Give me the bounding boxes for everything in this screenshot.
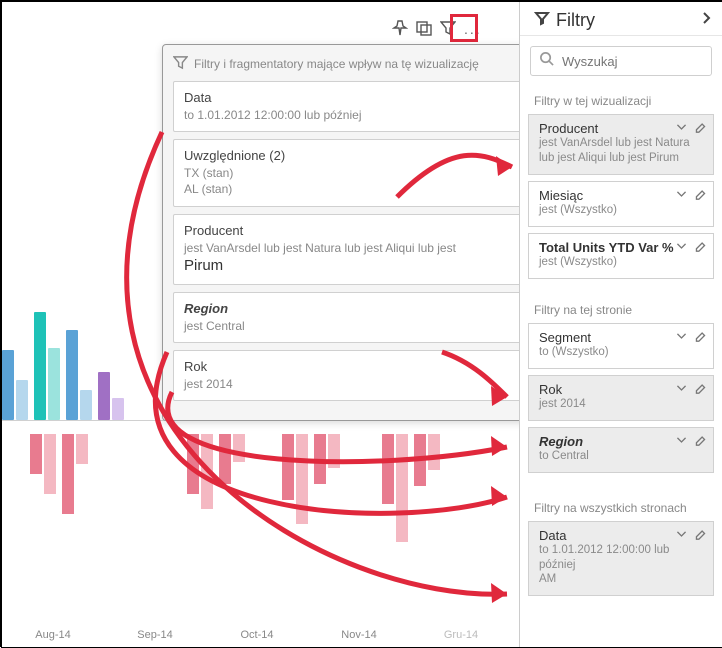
filter-card-data[interactable]: Data to 1.01.2012 12:00:00 lub później A… [528,521,714,597]
chart-bar-neg [76,434,88,464]
card-sub: jest (Wszystko) [539,255,705,270]
eraser-icon[interactable] [694,381,707,399]
tooltip-item-title: Uwzględnione (2) [184,148,512,163]
chart-bar [98,372,110,420]
chart-bar-neg [396,434,408,542]
tooltip-item-title: Producent [184,223,512,238]
tooltip-item-sub: AL (stan) [184,181,512,197]
filter-card-segment[interactable]: Segment to (Wszystko) [528,323,714,369]
eraser-icon[interactable] [694,433,707,451]
chart-bar [80,390,92,420]
chevron-down-icon[interactable] [675,187,688,205]
chart-bar-neg [219,434,231,484]
tooltip-item-sub: jest VanArsdel lub jest Natura lub jest … [184,240,512,276]
axis-label: Oct-14 [206,629,308,641]
tooltip-item-region: Region jest Central [173,292,523,343]
chart-bar-neg [44,434,56,494]
collapse-pane-icon[interactable] [698,10,714,31]
filters-tooltip: Filtry i fragmentatory mające wpływ na t… [162,44,534,421]
card-sub: to Central [539,449,705,464]
tooltip-item-sub: to 1.01.2012 12:00:00 lub później [184,107,512,123]
funnel-icon [534,10,550,31]
card-sub: jest (Wszystko) [539,203,705,218]
chart-x-axis: Aug-14 Sep-14 Oct-14 Nov-14 Gru-14 [2,629,512,641]
chart-positive-bars [2,312,132,420]
eraser-icon[interactable] [694,187,707,205]
filters-pane-header: Filtry [520,2,722,36]
chart-bar-neg [328,434,340,468]
focus-mode-icon[interactable] [416,20,432,41]
eraser-icon[interactable] [694,329,707,347]
tooltip-item-sub: TX (stan) [184,165,512,181]
chevron-down-icon[interactable] [675,120,688,138]
tooltip-title: Filtry i fragmentatory mające wpływ na t… [194,57,479,71]
chart-bar [16,380,28,420]
axis-label: Sep-14 [104,629,206,641]
tooltip-item-title: Region [184,301,512,316]
tooltip-header: Filtry i fragmentatory mające wpływ na t… [173,55,523,73]
axis-label: Nov-14 [308,629,410,641]
card-sub: jest VanArsdel lub jest Natura lub jest … [539,136,705,166]
filter-card-region[interactable]: Region to Central [528,427,714,473]
filter-card-total-units[interactable]: Total Units YTD Var % jest (Wszystko) [528,233,714,279]
chart-bar-neg [382,434,394,504]
chart-bar-neg [414,434,426,486]
card-sub: to (Wszystko) [539,345,705,360]
filter-card-rok[interactable]: Rok jest 2014 [528,375,714,421]
chart-bar-neg [428,434,440,470]
chevron-down-icon[interactable] [675,239,688,257]
tooltip-item-uwzglednione: Uwzględnione (2) TX (stan) AL (stan) [173,139,523,206]
section-label-all: Filtry na wszystkich stronach [534,501,712,515]
chevron-down-icon[interactable] [675,329,688,347]
search-input[interactable] [560,53,703,70]
chart-bar-neg [296,434,308,524]
report-canvas: Aug-14 Sep-14 Oct-14 Nov-14 Gru-14 ... F… [2,2,722,647]
eraser-icon[interactable] [694,120,707,138]
chevron-down-icon[interactable] [675,433,688,451]
chart-bar [48,348,60,420]
chart-bar-neg [187,434,199,494]
card-sub: AM [539,572,705,587]
tooltip-item-sub: jest 2014 [184,376,512,392]
chart-bar-neg [282,434,294,500]
pane-title: Filtry [556,10,595,31]
axis-label: Aug-14 [2,629,104,641]
chart-bar-neg [314,434,326,484]
card-sub: to 1.01.2012 12:00:00 lub później [539,543,705,573]
tooltip-item-data: Data to 1.01.2012 12:00:00 lub później [173,81,523,132]
chart-bar-neg [233,434,245,462]
axis-label: Gru-14 [410,629,512,641]
section-label-visual: Filtry w tej wizualizacji [534,94,712,108]
chevron-down-icon[interactable] [675,527,688,545]
search-icon [539,51,560,71]
tooltip-item-title: Data [184,90,512,105]
chart-bar-neg [201,434,213,509]
tooltip-item-sub: jest Central [184,318,512,334]
chart-bar [112,398,124,420]
tooltip-item-title: Rok [184,359,512,374]
annotation-highlight-box [450,14,478,42]
chart-bar-neg [62,434,74,514]
filter-card-producent[interactable]: Producent jest VanArsdel lub jest Natura… [528,114,714,175]
chart-bar [34,312,46,420]
tooltip-item-rok: Rok jest 2014 [173,350,523,401]
eraser-icon[interactable] [694,527,707,545]
card-sub: jest 2014 [539,397,705,412]
chevron-down-icon[interactable] [675,381,688,399]
filter-icon [173,55,188,73]
chart-bar [2,350,14,420]
chart-bar-neg [30,434,42,474]
pin-icon[interactable] [392,20,408,41]
section-label-page: Filtry na tej stronie [534,303,712,317]
tooltip-item-producent: Producent jest VanArsdel lub jest Natura… [173,214,523,285]
chart-bar [66,330,78,420]
filter-search[interactable] [530,46,712,76]
eraser-icon[interactable] [694,239,707,257]
filter-card-miesiac[interactable]: Miesiąc jest (Wszystko) [528,181,714,227]
filters-pane: Filtry Filtry w tej wizualizacji Produce… [519,2,722,647]
